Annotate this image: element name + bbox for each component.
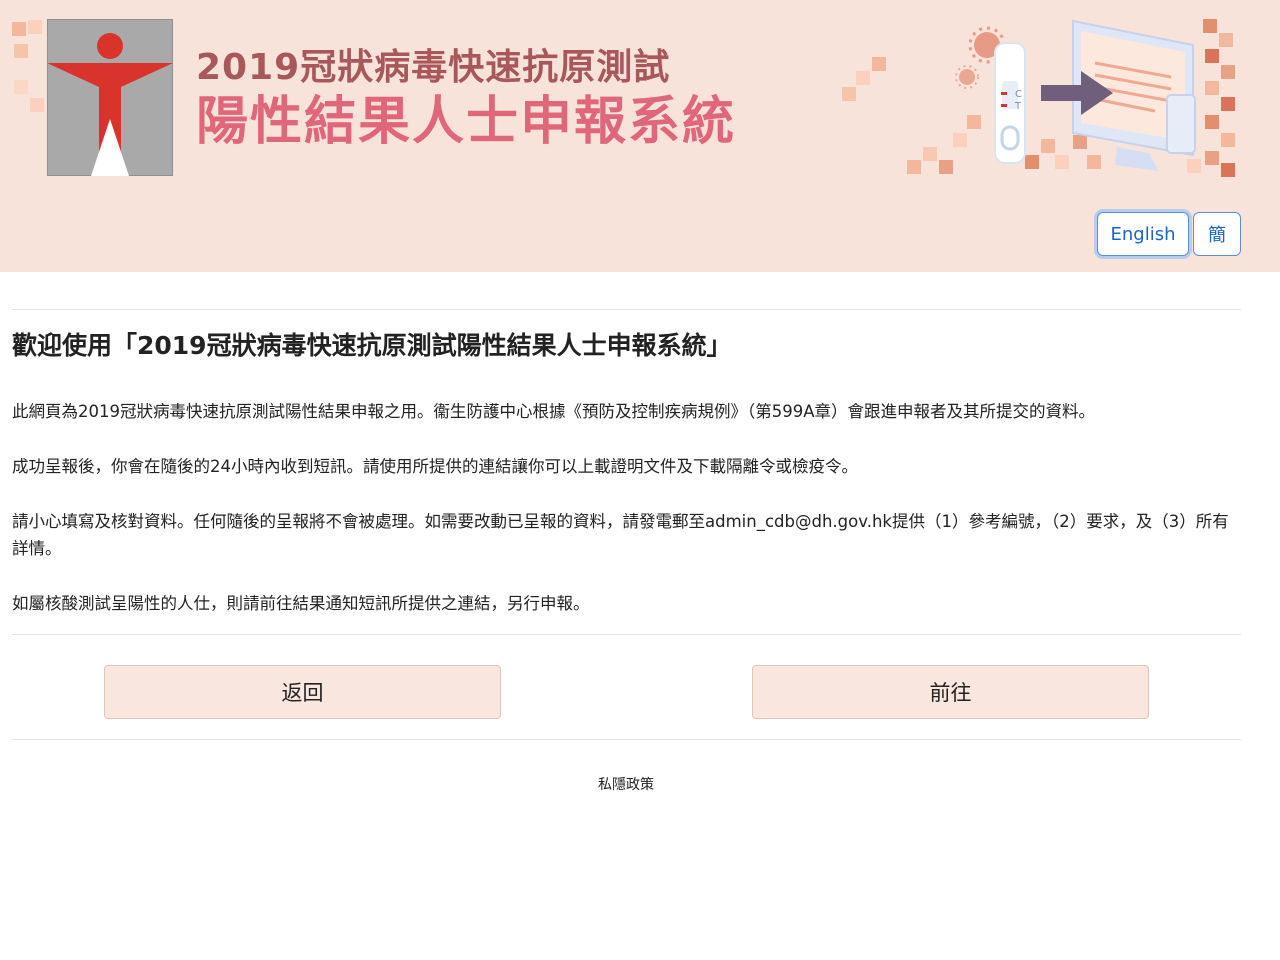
page-title: 歡迎使用「2019冠狀病毒快速抗原測試陽性結果人士申報系統」 bbox=[12, 331, 732, 360]
system-title-line1: 2019冠狀病毒快速抗原測試 bbox=[196, 47, 671, 88]
amendment-notice-paragraph: 請小心填寫及核對資料。任何隨後的呈報將不會被處理。如需要改動已呈報的資料，請發電… bbox=[12, 512, 1229, 558]
test-kit-icon: C T bbox=[994, 42, 1026, 164]
divider bbox=[12, 739, 1241, 740]
sms-notice-paragraph: 成功呈報後，你會在隨後的24小時內收到短訊。請使用所提供的連結讓你可以上載證明文… bbox=[12, 457, 858, 476]
decorative-squares bbox=[842, 57, 886, 101]
divider bbox=[12, 309, 1241, 310]
simplified-chinese-button[interactable]: 簡 bbox=[1193, 212, 1241, 256]
intro-paragraph: 此網頁為2019冠狀病毒快速抗原測試陽性結果申報之用。衞生防護中心根據《預防及控… bbox=[12, 402, 1096, 421]
english-language-button[interactable]: English bbox=[1097, 212, 1189, 256]
pcr-notice-paragraph: 如屬核酸測試呈陽性的人仕，則請前往結果通知短訊所提供之連結，另行申報。 bbox=[12, 594, 590, 613]
department-of-health-logo bbox=[47, 19, 173, 176]
divider bbox=[12, 634, 1241, 635]
decorative-squares bbox=[12, 20, 44, 112]
proceed-button[interactable]: 前往 bbox=[752, 665, 1149, 719]
header-banner: 2019冠狀病毒快速抗原測試 陽性結果人士申報系統 C T English 簡 bbox=[0, 0, 1280, 272]
system-title-line2: 陽性結果人士申報系統 bbox=[196, 92, 737, 152]
svg-text:C: C bbox=[1015, 89, 1022, 100]
rapid-test-illustration: C T bbox=[907, 19, 1235, 177]
svg-text:T: T bbox=[1014, 101, 1022, 112]
back-button[interactable]: 返回 bbox=[104, 665, 501, 719]
privacy-policy-link[interactable]: 私隱政策 bbox=[0, 774, 1252, 794]
